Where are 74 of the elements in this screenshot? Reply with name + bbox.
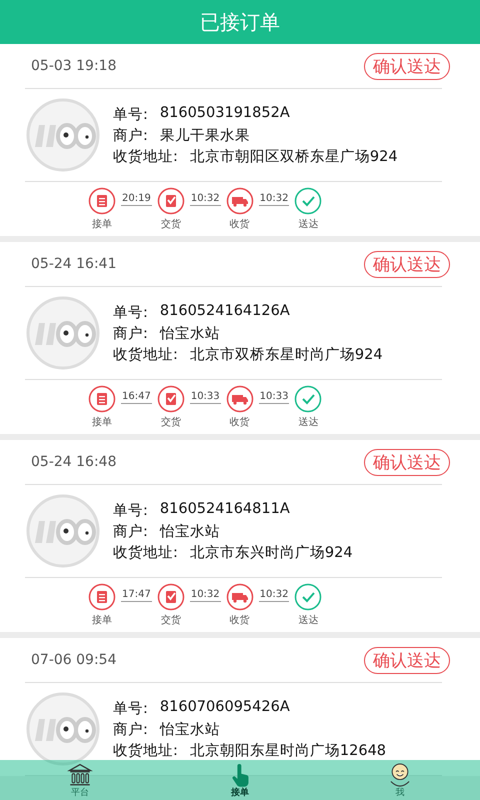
- order-number-label: 单号:: [113, 106, 148, 124]
- order-number-label: 单号:: [113, 502, 148, 520]
- delivery-address: 北京朝阳东星时尚广场12648: [190, 742, 386, 760]
- step-time: 10:32: [258, 193, 290, 206]
- step-label: 送达: [298, 416, 318, 429]
- address-label: 收货地址:: [113, 544, 178, 562]
- check-icon: [294, 187, 322, 215]
- merchant-name: 怡宝水站: [160, 522, 220, 540]
- nav-tab[interactable]: 接单: [231, 788, 249, 799]
- step-label: 交货: [160, 614, 181, 627]
- order-time: 07-06 09:54: [31, 652, 116, 668]
- step-time: 10:32: [258, 589, 290, 602]
- bank-building-icon[interactable]: [67, 762, 93, 788]
- delivery-address: 北京市东兴时尚广场924: [190, 544, 353, 562]
- delivery-address: 北京市双桥东星时尚广场924: [190, 346, 383, 364]
- address-label: 收货地址:: [113, 742, 178, 760]
- step-time: 10:32: [190, 193, 221, 206]
- notepad-icon: [88, 583, 116, 611]
- step-label: 交货: [160, 218, 181, 231]
- truck-icon: [226, 187, 254, 215]
- merchant-logo-icon: [25, 691, 101, 767]
- check-icon: [294, 583, 322, 611]
- check-icon: [294, 385, 322, 413]
- confirm-delivery-button[interactable]: 确认送达: [364, 52, 450, 80]
- order-number-label: 单号:: [113, 304, 148, 322]
- step-time: 10:32: [190, 589, 221, 602]
- order-time: 05-03 19:18: [31, 58, 116, 74]
- step-label: 送达: [298, 218, 318, 231]
- step-label: 交货: [160, 416, 181, 429]
- page-title: 已接订单: [200, 8, 280, 36]
- confirm-delivery-button[interactable]: 确认送达: [364, 646, 450, 674]
- order-time: 05-24 16:41: [31, 256, 116, 272]
- order-number: 8160503191852A: [160, 104, 290, 122]
- merchant-name: 怡宝水站: [160, 720, 220, 738]
- confirm-delivery-button[interactable]: 确认送达: [364, 448, 450, 476]
- step-time: 17:47: [121, 589, 152, 602]
- merchant-logo-icon: [25, 295, 101, 371]
- checked-notepad-icon: [156, 583, 185, 611]
- delivery-address: 北京市朝阳区双桥东星广场924: [190, 148, 398, 166]
- step-label: 送达: [298, 614, 318, 627]
- merchant-logo-icon: [25, 97, 101, 173]
- step-time: 10:33: [258, 391, 290, 404]
- order-number-label: 单号:: [113, 700, 148, 718]
- truck-icon: [226, 583, 254, 611]
- step-label: 收货: [230, 218, 250, 231]
- order-number: 8160524164811A: [160, 500, 290, 518]
- checked-notepad-icon: [156, 385, 185, 413]
- order-number: 8160524164126A: [160, 302, 290, 320]
- step-label: 收货: [230, 614, 250, 627]
- step-time: 16:47: [121, 391, 152, 404]
- step-label: 接单: [92, 218, 112, 231]
- merchant-label: 商户:: [113, 126, 148, 144]
- address-label: 收货地址:: [113, 148, 178, 166]
- merchant-label: 商户:: [113, 522, 148, 540]
- order-time: 05-24 16:48: [31, 454, 116, 470]
- merchant-name: 果儿干果水果: [160, 126, 250, 144]
- step-label: 接单: [92, 614, 112, 627]
- notepad-icon: [88, 187, 116, 215]
- nav-tab[interactable]: 我: [396, 788, 404, 799]
- truck-icon: [226, 385, 254, 413]
- merchant-label: 商户:: [113, 324, 148, 342]
- step-time: 20:19: [121, 193, 152, 206]
- order-number: 8160706095426A: [160, 698, 290, 716]
- nav-tab[interactable]: 平台: [71, 788, 89, 799]
- merchant-label: 商户:: [113, 720, 148, 738]
- step-label: 收货: [230, 416, 250, 429]
- notepad-icon: [88, 385, 116, 413]
- step-label: 接单: [92, 416, 112, 429]
- merchant-name: 怡宝水站: [160, 324, 220, 342]
- address-label: 收货地址:: [113, 346, 178, 364]
- checked-notepad-icon: [156, 187, 185, 215]
- step-time: 10:33: [190, 391, 221, 404]
- merchant-logo-icon: [25, 493, 101, 569]
- confirm-delivery-button[interactable]: 确认送达: [364, 250, 450, 278]
